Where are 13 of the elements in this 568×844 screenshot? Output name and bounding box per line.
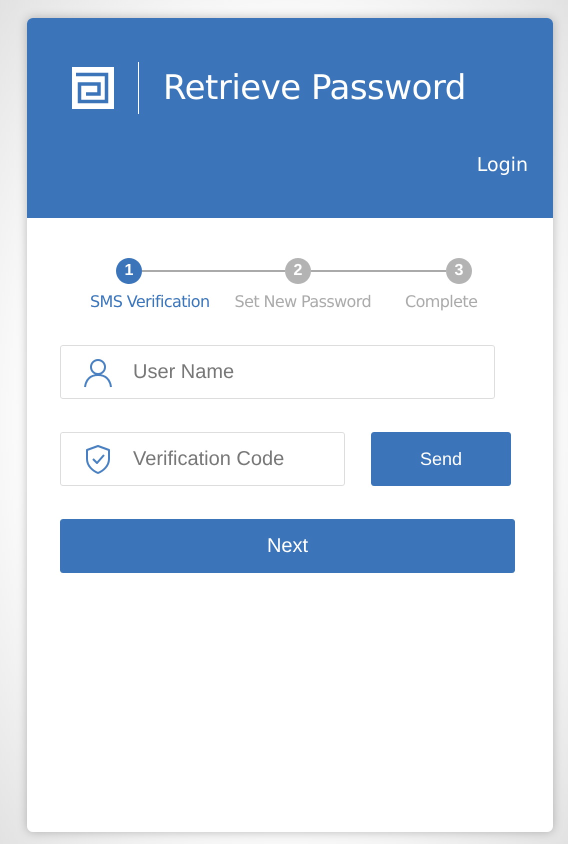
- step-label: Set New Password: [234, 292, 371, 311]
- step-number: 2: [285, 258, 311, 284]
- step-number: 1: [116, 258, 142, 284]
- step-label: Complete: [405, 292, 478, 311]
- step-number: 3: [446, 258, 472, 284]
- login-link[interactable]: Login: [476, 154, 528, 176]
- step-label: SMS Verification: [90, 292, 210, 311]
- logo-icon: [70, 65, 116, 111]
- verification-code-field[interactable]: Verification Code: [60, 432, 345, 486]
- username-field[interactable]: User Name: [60, 345, 495, 399]
- send-button[interactable]: Send: [371, 432, 511, 486]
- next-button[interactable]: Next: [60, 519, 515, 573]
- page-title: Retrieve Password: [163, 68, 466, 108]
